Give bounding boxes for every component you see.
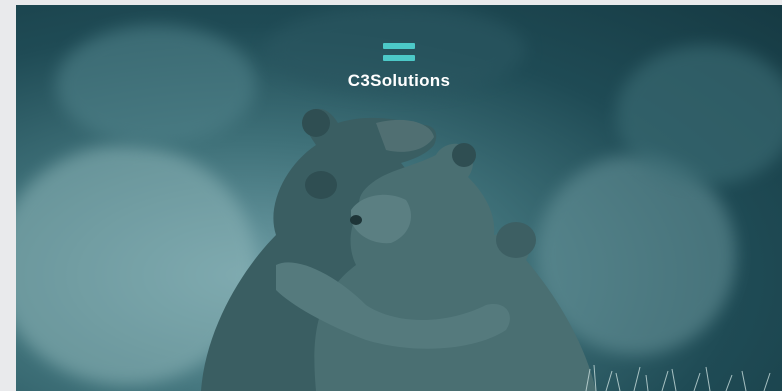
brand-logo[interactable]: C3Solutions	[16, 43, 782, 91]
logo-bar-bottom	[383, 55, 415, 61]
grass-decoration	[585, 364, 771, 391]
hero-image: C3Solutions	[16, 5, 782, 391]
equals-bars-icon	[383, 43, 415, 63]
brand-name: C3Solutions	[347, 71, 451, 90]
logo-bar-top	[383, 43, 415, 49]
